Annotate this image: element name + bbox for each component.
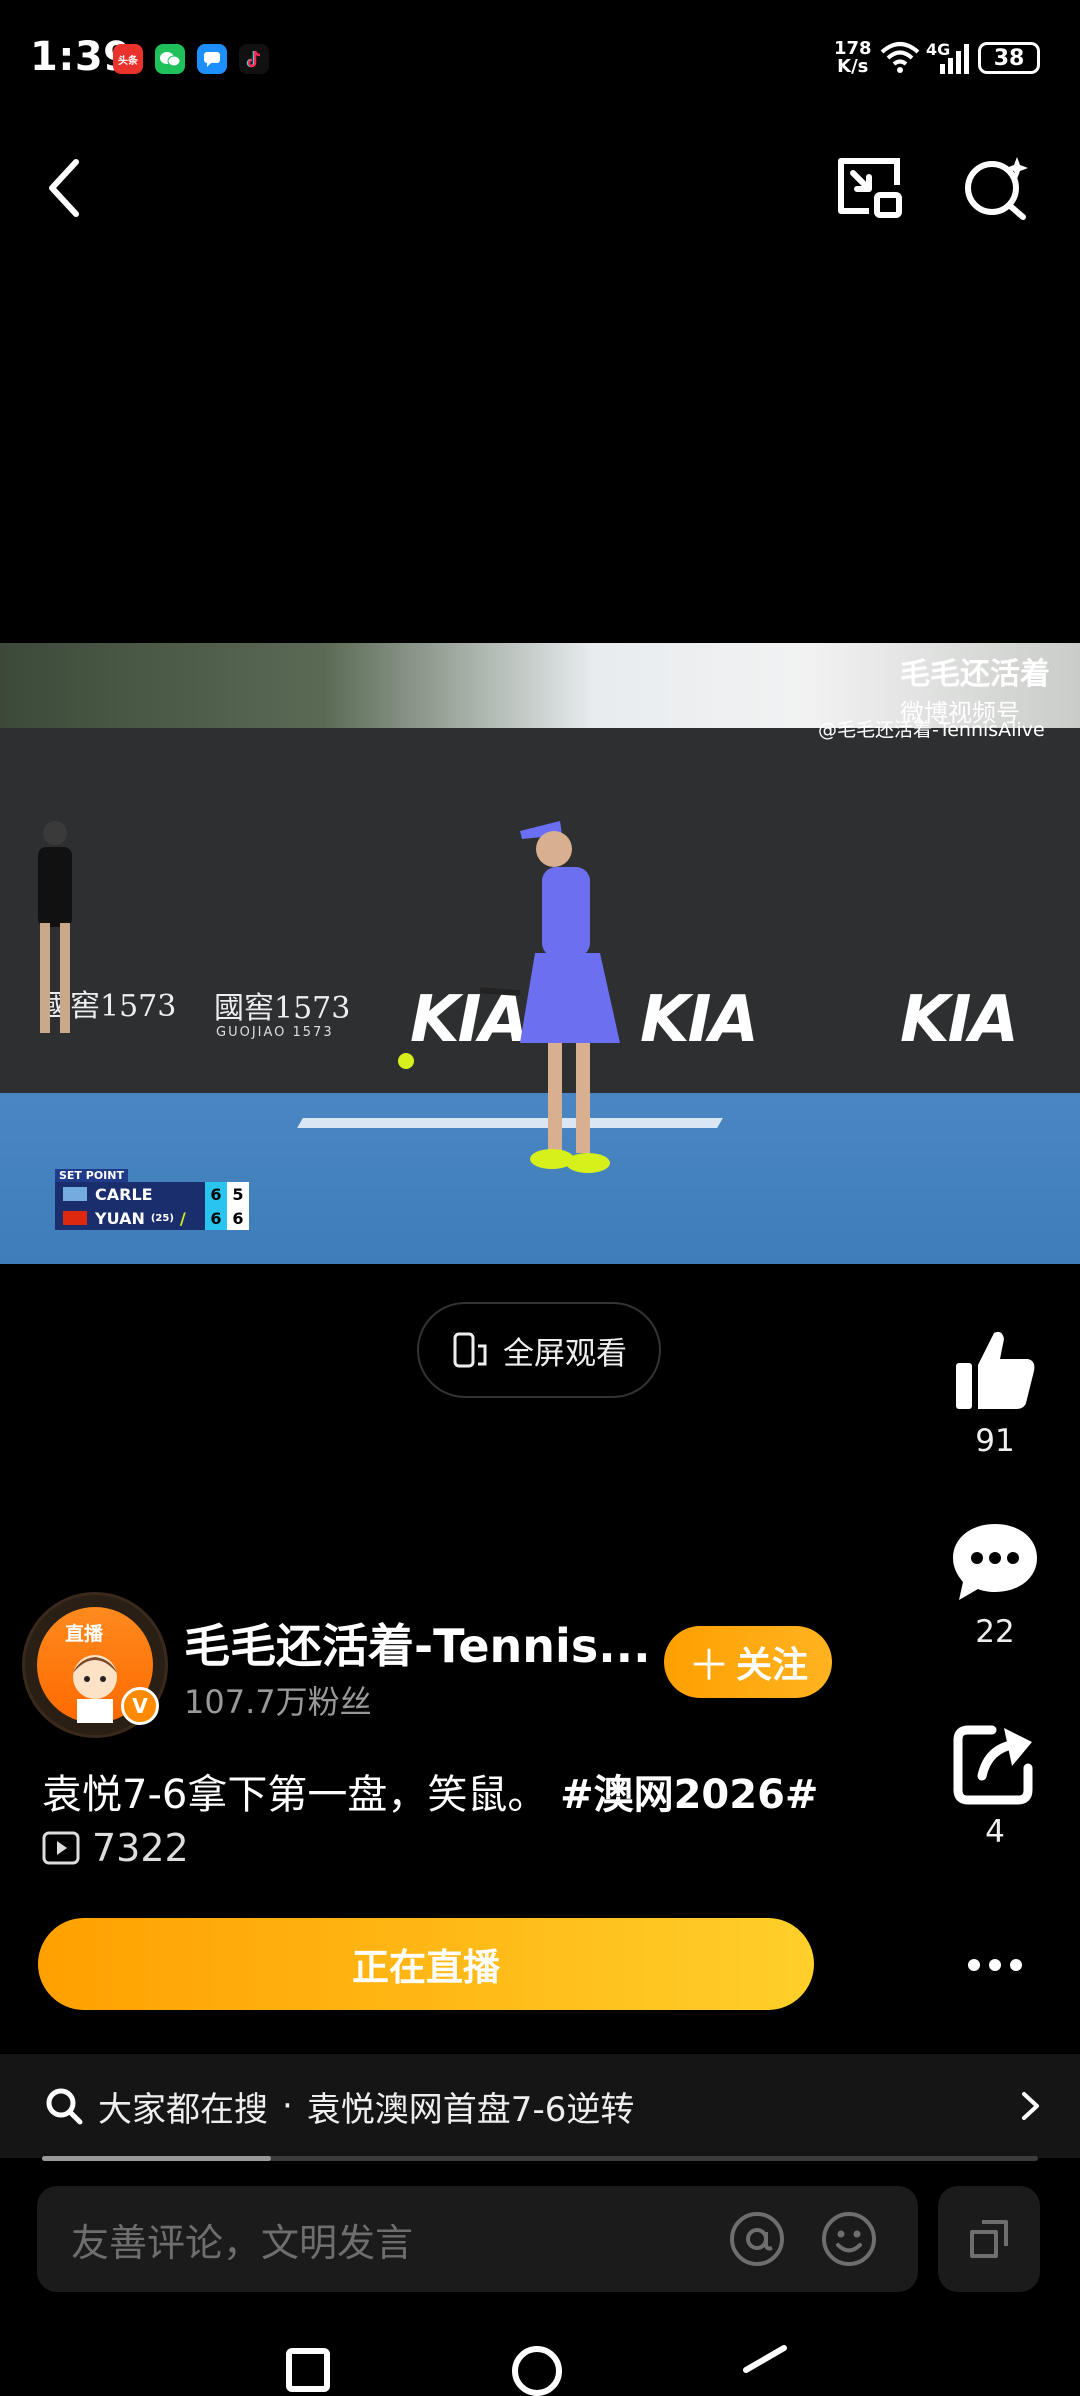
like-button[interactable]: 91	[940, 1325, 1050, 1459]
share-icon	[953, 1725, 1033, 1805]
like-count: 91	[975, 1423, 1015, 1459]
comment-count: 22	[975, 1614, 1015, 1650]
comment-placeholder: 友善评论，文明发言	[71, 2220, 414, 2265]
search-prefix: 大家都在搜	[98, 2089, 268, 2130]
douyin-app-icon	[239, 44, 269, 74]
video-progress-fill	[42, 2156, 272, 2161]
comment-icon	[953, 1524, 1037, 1600]
message-app-icon	[197, 44, 227, 74]
more-dots-icon	[968, 1959, 980, 1971]
fullscreen-button[interactable]: 全屏观看	[417, 1302, 661, 1398]
expand-icon	[970, 2220, 1008, 2258]
scoreboard: SET POINT CARLE 6 5 YUAN (25)/ 6 6	[55, 1169, 275, 1239]
sponsor-guojiao: 國窖1573	[214, 991, 351, 1026]
chevron-left-icon	[49, 159, 79, 217]
sponsor-guojiao-sub: GUOJIAO 1573	[216, 1025, 334, 1040]
avatar-live-badge: 直播	[65, 1623, 104, 1645]
wechat-app-icon	[155, 44, 185, 74]
follow-label: 关注	[736, 1645, 809, 1686]
plus-icon: ＋	[687, 1640, 730, 1690]
share-button[interactable]: 4	[940, 1720, 1050, 1850]
author-name[interactable]: 毛毛还活着-Tennis...	[184, 1610, 651, 1676]
ai-search-icon	[965, 157, 1028, 220]
search-button[interactable]	[956, 148, 1036, 228]
search-separator: ·	[282, 2086, 293, 2126]
verified-badge-icon: V	[121, 1687, 159, 1725]
pip-button[interactable]	[830, 148, 910, 228]
scoreboard-row: YUAN (25)/ 6 6	[55, 1206, 275, 1230]
trending-search-bar[interactable]: 大家都在搜 · 袁悦澳网首盘7-6逆转	[0, 2054, 1080, 2158]
tennis-player-figure	[480, 821, 620, 1173]
scoreboard-row: CARLE 6 5	[55, 1182, 275, 1206]
comment-button[interactable]: 22	[940, 1520, 1050, 1650]
expand-comments-button[interactable]	[938, 2186, 1040, 2292]
view-count: 7322	[42, 1826, 189, 1870]
fullscreen-label: 全屏观看	[503, 1335, 627, 1372]
live-now-button[interactable]: 正在直播	[38, 1918, 814, 2010]
emoji-icon[interactable]	[820, 2210, 878, 2268]
sponsor-kia-3: KIA	[900, 983, 1019, 1057]
caption-hashtag[interactable]: #澳网2026#	[560, 1772, 818, 1818]
chevron-right-icon	[1022, 2092, 1039, 2120]
play-count-icon	[42, 1831, 80, 1865]
author-avatar[interactable]: 直播 V	[22, 1592, 168, 1738]
rotate-phone-icon	[453, 1332, 487, 1368]
back-triangle-icon[interactable]	[740, 2344, 790, 2384]
battery-indicator: 38	[978, 42, 1040, 74]
home-icon[interactable]	[512, 2346, 562, 2396]
search-query: 袁悦澳网首盘7-6逆转	[306, 2089, 635, 2130]
video-player[interactable]: 國窖1573 國窖1573 GUOJIAO 1573 KIA KIA KIA 毛…	[0, 643, 1080, 1264]
network-speed: 178 K/s	[834, 38, 872, 77]
picture-in-picture-icon	[838, 158, 902, 218]
view-count-value: 7322	[92, 1826, 189, 1870]
recent-apps-icon[interactable]	[286, 2348, 330, 2392]
mention-icon[interactable]	[728, 2210, 786, 2268]
share-count: 4	[985, 1814, 1005, 1850]
live-now-label: 正在直播	[352, 1946, 500, 1989]
tennis-ball	[398, 1053, 414, 1069]
search-icon	[46, 2088, 83, 2125]
video-progress-bar[interactable]	[42, 2156, 1038, 2161]
caption-text: 袁悦7-6拿下第一盘，笑鼠。	[42, 1772, 548, 1818]
more-options-button[interactable]	[950, 1940, 1040, 1990]
system-navigation-bar	[0, 2330, 1080, 2396]
thumbs-up-icon	[956, 1331, 1035, 1409]
scoreboard-label: SET POINT	[55, 1169, 128, 1182]
wifi-icon	[880, 42, 920, 73]
watermark-handle: @毛毛还活着-TennisAlive	[818, 719, 1045, 741]
ball-kid-figure	[38, 821, 72, 1033]
video-caption: 袁悦7-6拿下第一盘，笑鼠。 #澳网2026#	[42, 1762, 818, 1820]
back-button[interactable]	[24, 148, 104, 228]
status-bar: 1:39 头条 178 K/s 4G 38	[0, 0, 1080, 120]
fans-count: 107.7万粉丝	[184, 1683, 372, 1721]
follow-button[interactable]: ＋ 关注	[664, 1626, 832, 1698]
toutiao-app-icon: 头条	[113, 44, 143, 74]
comment-input[interactable]: 友善评论，文明发言	[37, 2186, 918, 2292]
signal-icon	[940, 44, 969, 74]
